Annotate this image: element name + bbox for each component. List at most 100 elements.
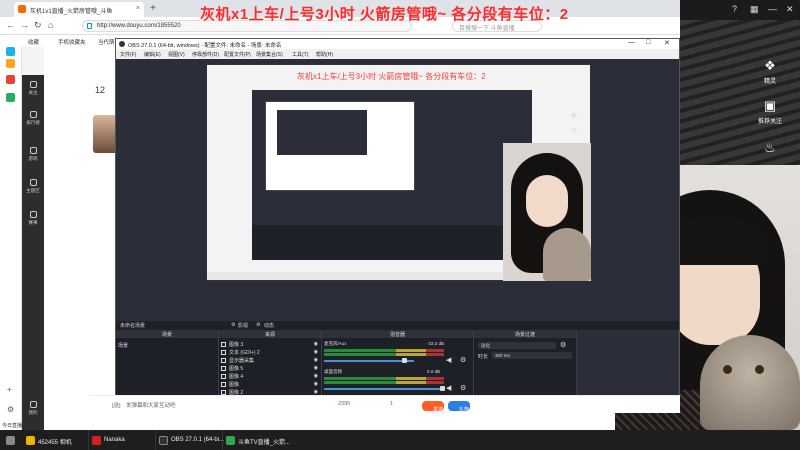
close-window-icon[interactable]: ✕ — [786, 4, 794, 15]
source-item[interactable]: 图像 5 ◉ — [221, 365, 320, 372]
eye-icon[interactable]: ◉ — [314, 341, 318, 347]
monitor-icon — [221, 358, 226, 363]
start-icon[interactable] — [4, 433, 18, 447]
volume-slider-handle[interactable] — [402, 358, 407, 363]
sidenav-item-me[interactable]: 我的 — [22, 401, 44, 416]
menu-docks[interactable]: 停靠部件(D) — [192, 51, 219, 58]
elf-button[interactable]: ❖ 精灵 — [750, 58, 790, 85]
forward-icon[interactable]: → — [20, 20, 29, 30]
sidenav-item-topic[interactable]: 主题区 — [22, 179, 44, 194]
speaker-icon[interactable]: ◀ — [446, 384, 451, 392]
webcam-cat — [700, 335, 800, 430]
sidebar-app-icon[interactable] — [6, 75, 15, 84]
scene-tab[interactable]: 动态 — [264, 322, 274, 329]
mic-icon[interactable]: ◉ — [571, 111, 581, 119]
menu-view[interactable]: 视图(V) — [168, 51, 185, 58]
help-icon[interactable]: ? — [732, 4, 737, 14]
camera-icon: ▣ — [763, 98, 777, 113]
eye-icon[interactable]: ◉ — [314, 373, 318, 379]
refresh-icon[interactable]: ↻ — [34, 20, 42, 31]
obs-maximize-icon[interactable]: □ — [646, 39, 650, 46]
mixer-channel-name: 桌面音频 — [324, 369, 342, 374]
source-label: 图像 5 — [229, 366, 244, 372]
menu-tools[interactable]: 工具(T) — [292, 51, 308, 58]
sidebar-app-icon[interactable] — [6, 47, 15, 56]
menu-help[interactable]: 帮助(H) — [316, 51, 333, 58]
recommend-label: 推荐关注 — [757, 119, 782, 125]
scene-item[interactable]: 场景 — [118, 342, 128, 349]
volume-slider-handle[interactable] — [440, 386, 445, 391]
obs-minimize-icon[interactable]: — — [628, 39, 635, 46]
danmaku-input[interactable]: 发弹幕和大家互动吧 — [126, 401, 176, 409]
browser-tab[interactable]: 灰机1v1直播_火箭房管哦_斗鱼 × — [14, 2, 144, 17]
taskbar-item[interactable]: 452455 相机 — [24, 433, 72, 447]
sidebar-app-icon[interactable] — [6, 93, 15, 102]
send-button[interactable]: 发送 — [422, 401, 444, 413]
transition-type-select[interactable]: 淡化 — [478, 342, 556, 349]
source-label: 图像 3 — [229, 342, 244, 348]
back-icon[interactable]: ← — [6, 20, 15, 30]
speaker-icon[interactable]: ◀ — [446, 356, 451, 364]
douyu-sidenav: 关注 排行榜 游戏 主题区 赛事 我的 — [22, 75, 44, 430]
eye-icon[interactable]: ◉ — [314, 357, 318, 363]
taskbar-item[interactable]: OBS 27.0.1 (64-bi... — [157, 433, 224, 447]
windows-icon — [6, 436, 15, 445]
gear-icon[interactable]: ⚙ — [460, 356, 466, 364]
close-icon[interactable]: × — [136, 5, 140, 12]
grid-icon[interactable]: ▦ — [750, 4, 759, 15]
settings-icon[interactable]: ⚙ — [7, 405, 14, 414]
menu-profile[interactable]: 配置文件(P) — [224, 51, 251, 58]
source-item[interactable]: 图像 3 ◉ — [221, 341, 320, 348]
volume-slider[interactable] — [324, 360, 414, 362]
menu-edit[interactable]: 编辑(E) — [144, 51, 161, 58]
source-item[interactable]: 图像 ◉ — [221, 381, 320, 388]
app-icon — [26, 436, 35, 445]
gear-icon[interactable]: ⚙ — [560, 341, 566, 349]
home-icon[interactable]: ⌂ — [48, 20, 53, 30]
new-tab-icon[interactable]: + — [150, 3, 156, 14]
mixer-channel-db: 0.0 dB — [427, 369, 441, 374]
sidebar-app-icon[interactable] — [6, 59, 15, 68]
menu-file[interactable]: 文件(F) — [120, 51, 136, 58]
sidenav-item-follow[interactable]: 关注 — [22, 81, 44, 96]
volume-slider[interactable] — [324, 388, 442, 390]
eye-icon[interactable]: ◉ — [314, 381, 318, 387]
gift-button[interactable]: 礼物 — [448, 401, 470, 413]
minimize-icon[interactable]: — — [768, 4, 777, 14]
add-icon[interactable]: + — [7, 385, 12, 394]
sidenav-label: 我的 — [28, 410, 38, 415]
obs-preview-webcam — [503, 143, 591, 281]
sidenav-item-game[interactable]: 游戏 — [22, 147, 44, 162]
heart-icon — [29, 81, 37, 88]
obs-preview[interactable]: 灰机x1上车/上号3小时 火箭房管哦~ 各分段有车位：2 ◉ ⚙ — [116, 59, 679, 321]
bookmark-item[interactable]: 手机收藏夹 — [58, 38, 86, 46]
eye-icon[interactable]: ◉ — [314, 365, 318, 371]
url-text: http://www.douyu.com/1855520 — [97, 23, 181, 29]
mixer-dock-title: 混音器 — [322, 330, 473, 338]
eye-icon[interactable]: ◉ — [314, 349, 318, 355]
obs-close-icon[interactable]: ✕ — [664, 39, 670, 47]
taskbar-item[interactable]: 斗鱼TV直播_火箭... — [224, 433, 290, 447]
gear-icon[interactable]: ⚙ — [256, 322, 260, 328]
source-item[interactable]: 文本 (GDI+) 2 ◉ — [221, 349, 320, 356]
sidenav-item-match[interactable]: 赛事 — [22, 211, 44, 226]
preview-face — [526, 175, 568, 227]
gear-icon[interactable]: ⚙ — [460, 384, 466, 392]
taskbar-item[interactable]: Nanaka — [90, 433, 125, 447]
sidenav-item-rank[interactable]: 排行榜 — [22, 111, 44, 126]
gear-icon[interactable]: ⚙ — [231, 322, 235, 328]
recommend-follow-button[interactable]: ▣ 推荐关注 — [750, 98, 790, 125]
gear-icon[interactable]: ⚙ — [571, 127, 581, 135]
bookmark-item[interactable]: 收藏 — [28, 38, 39, 46]
app-icon — [226, 436, 235, 445]
nested-obs-inner — [277, 110, 367, 155]
duration-input[interactable]: 300 ms — [492, 352, 572, 359]
browser-tab-title: 灰机1v1直播_火箭房管哦_斗鱼 — [30, 9, 113, 15]
app-icon — [159, 436, 168, 445]
fire-button[interactable]: ♨ — [750, 140, 790, 158]
scene-tab[interactable]: 影视 — [238, 322, 248, 329]
mixer-meter — [324, 349, 444, 352]
source-item[interactable]: 显示器采集 ◉ — [221, 357, 320, 364]
source-item[interactable]: 图像 4 ◉ — [221, 373, 320, 380]
menu-scene-collection[interactable]: 场景集合(S) — [256, 51, 283, 58]
